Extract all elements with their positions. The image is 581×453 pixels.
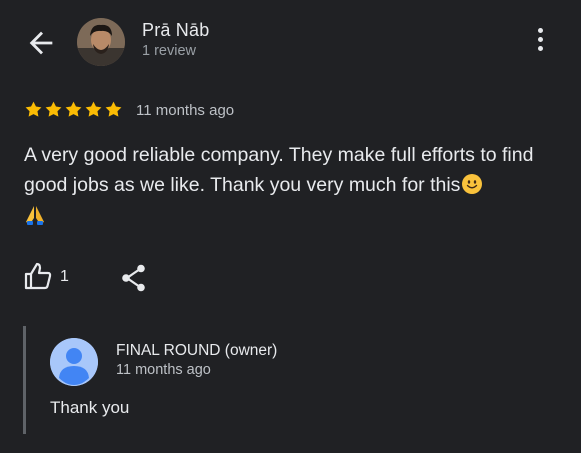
star-icon bbox=[25, 101, 42, 117]
owner-reply-text: Thank you bbox=[50, 398, 130, 417]
share-icon bbox=[122, 264, 145, 292]
more-vert-icon bbox=[530, 28, 550, 51]
owner-reply-time: 11 months ago bbox=[116, 362, 211, 378]
star-icon bbox=[45, 101, 62, 117]
star-icon bbox=[105, 101, 122, 117]
smiling-face-emoji-icon bbox=[462, 174, 483, 194]
more-options-button[interactable] bbox=[530, 28, 550, 56]
review-text: A very good reliable company. They make … bbox=[24, 144, 534, 196]
folded-hands-emoji-icon bbox=[26, 206, 44, 225]
owner-name: FINAL ROUND (owner) bbox=[116, 342, 278, 359]
star-rating bbox=[24, 100, 123, 119]
person-icon bbox=[50, 338, 98, 386]
reviewer-review-count: 1 review bbox=[142, 43, 196, 59]
reviewer-avatar[interactable] bbox=[77, 18, 125, 66]
like-button[interactable] bbox=[22, 260, 54, 292]
share-button[interactable] bbox=[120, 263, 148, 293]
arrow-left-icon bbox=[29, 31, 53, 55]
like-count: 1 bbox=[60, 268, 69, 285]
thumb-up-icon bbox=[24, 262, 52, 290]
reviewer-photo bbox=[77, 18, 125, 66]
back-button[interactable] bbox=[24, 26, 58, 60]
review-time: 11 months ago bbox=[136, 102, 235, 119]
review-body: A very good reliable company. They make … bbox=[24, 140, 559, 226]
star-icon bbox=[65, 101, 82, 117]
reviewer-name[interactable]: Prā Nāb bbox=[142, 20, 209, 41]
star-icon bbox=[85, 101, 102, 117]
owner-avatar bbox=[50, 338, 98, 386]
reply-divider bbox=[23, 326, 26, 434]
